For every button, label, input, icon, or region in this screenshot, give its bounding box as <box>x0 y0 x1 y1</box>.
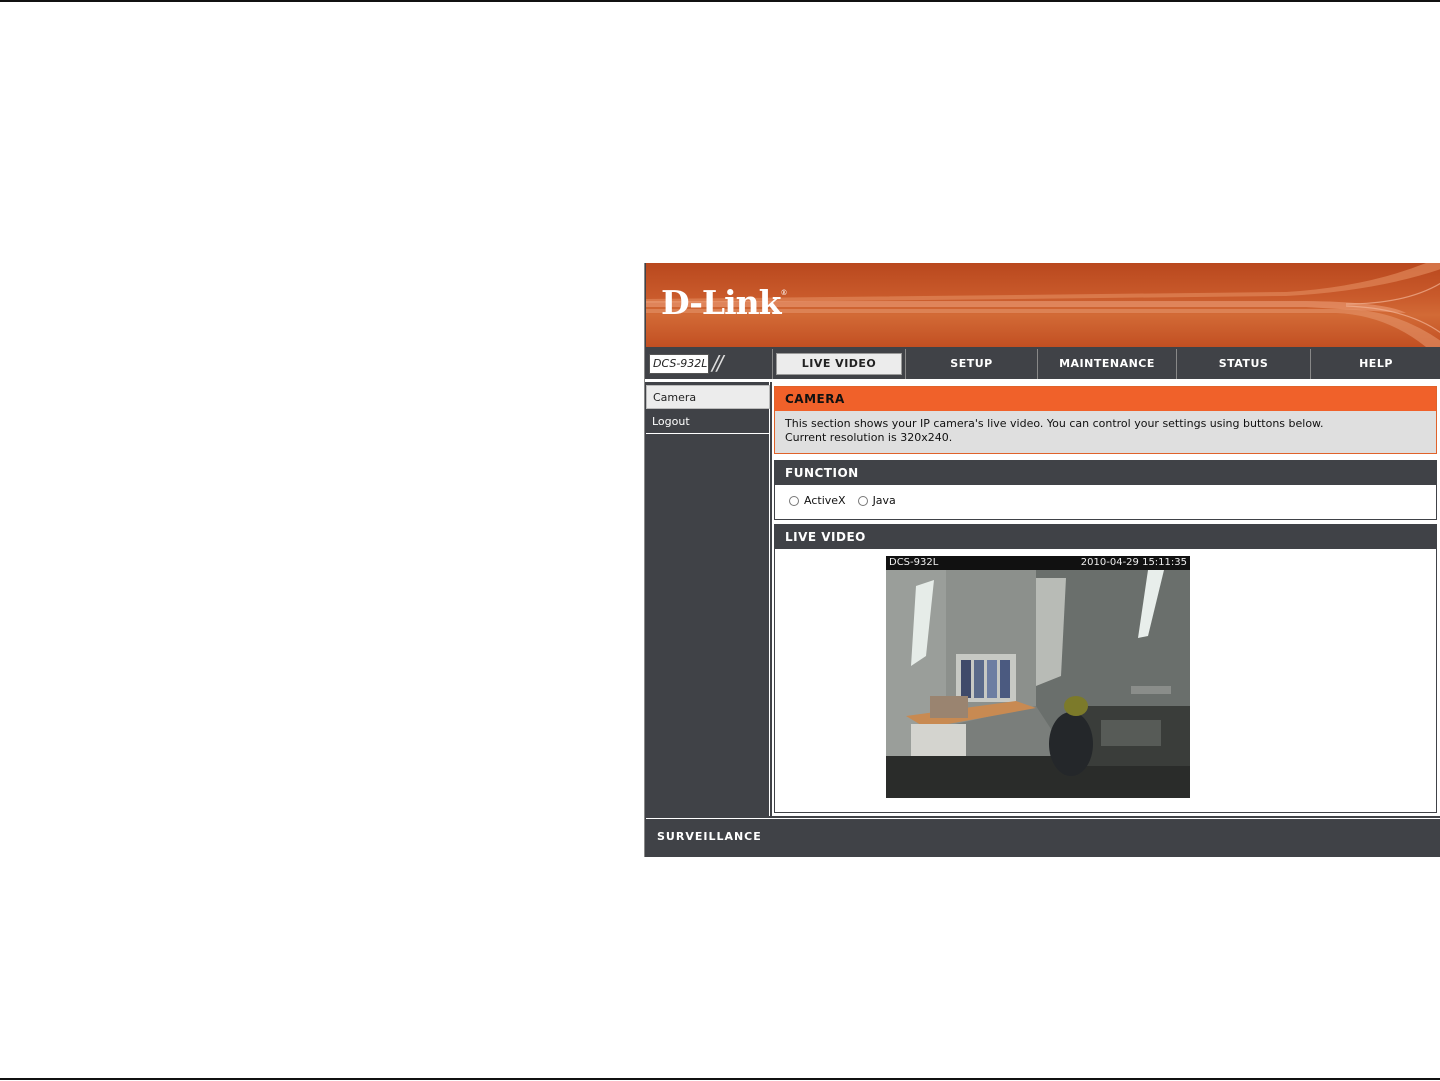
sidebar-item-camera[interactable]: Camera <box>646 385 770 409</box>
tab-setup[interactable]: SETUP <box>905 349 1037 379</box>
camera-section-title: CAMERA <box>775 387 1436 411</box>
camera-description-line1: This section shows your IP camera's live… <box>785 417 1324 430</box>
function-section-title: FUNCTION <box>775 461 1436 485</box>
office-scene-image <box>886 556 1190 798</box>
main-content: CAMERA This section shows your IP camera… <box>772 382 1440 816</box>
live-video-section-title: LIVE VIDEO <box>775 525 1436 549</box>
footer: SURVEILLANCE <box>646 818 1440 857</box>
activex-label: ActiveX <box>804 494 846 507</box>
java-radio[interactable] <box>857 495 868 506</box>
sidebar-item-logout[interactable]: Logout <box>646 410 770 434</box>
video-overlay-camera-name: DCS-932L <box>889 557 939 568</box>
live-video-section: LIVE VIDEO DCS-932L 2010-04-29 15:11:35 <box>774 524 1437 813</box>
sidebar: Camera Logout <box>646 382 770 816</box>
tab-status[interactable]: STATUS <box>1176 349 1310 379</box>
page-top-rule <box>0 0 1440 2</box>
top-navigation: DCS-932L // LIVE VIDEO SETUP MAINTENANCE… <box>646 349 1440 379</box>
page-bottom-rule <box>0 1078 1440 1080</box>
header-banner: D-Link® <box>646 263 1440 347</box>
surveillance-brand: SURVEILLANCE <box>657 830 762 843</box>
live-video-stream[interactable]: DCS-932L 2010-04-29 15:11:35 <box>886 556 1190 798</box>
tab-help[interactable]: HELP <box>1310 349 1440 379</box>
video-overlay-timestamp: 2010-04-29 15:11:35 <box>1080 557 1187 568</box>
viewer-options: ActiveX Java <box>789 494 908 507</box>
tab-live-video-label: LIVE VIDEO <box>776 353 902 375</box>
video-overlay-bar: DCS-932L 2010-04-29 15:11:35 <box>886 556 1190 570</box>
camera-description: This section shows your IP camera's live… <box>775 411 1436 445</box>
tab-maintenance[interactable]: MAINTENANCE <box>1037 349 1176 379</box>
tab-live-video[interactable]: LIVE VIDEO <box>772 349 905 379</box>
camera-resolution-text: Current resolution is 320x240. <box>785 431 953 444</box>
camera-section: CAMERA This section shows your IP camera… <box>774 386 1437 454</box>
model-label: DCS-932L <box>649 354 709 374</box>
camera-web-ui: D-Link® DCS-932L // LIVE VIDEO SETUP MAI… <box>644 263 1440 857</box>
slash-decoration: // <box>712 351 724 375</box>
activex-radio[interactable] <box>789 495 799 506</box>
function-section: FUNCTION ActiveX Java <box>774 460 1437 520</box>
dlink-logo: D-Link® <box>661 283 788 322</box>
java-label: Java <box>872 494 896 507</box>
